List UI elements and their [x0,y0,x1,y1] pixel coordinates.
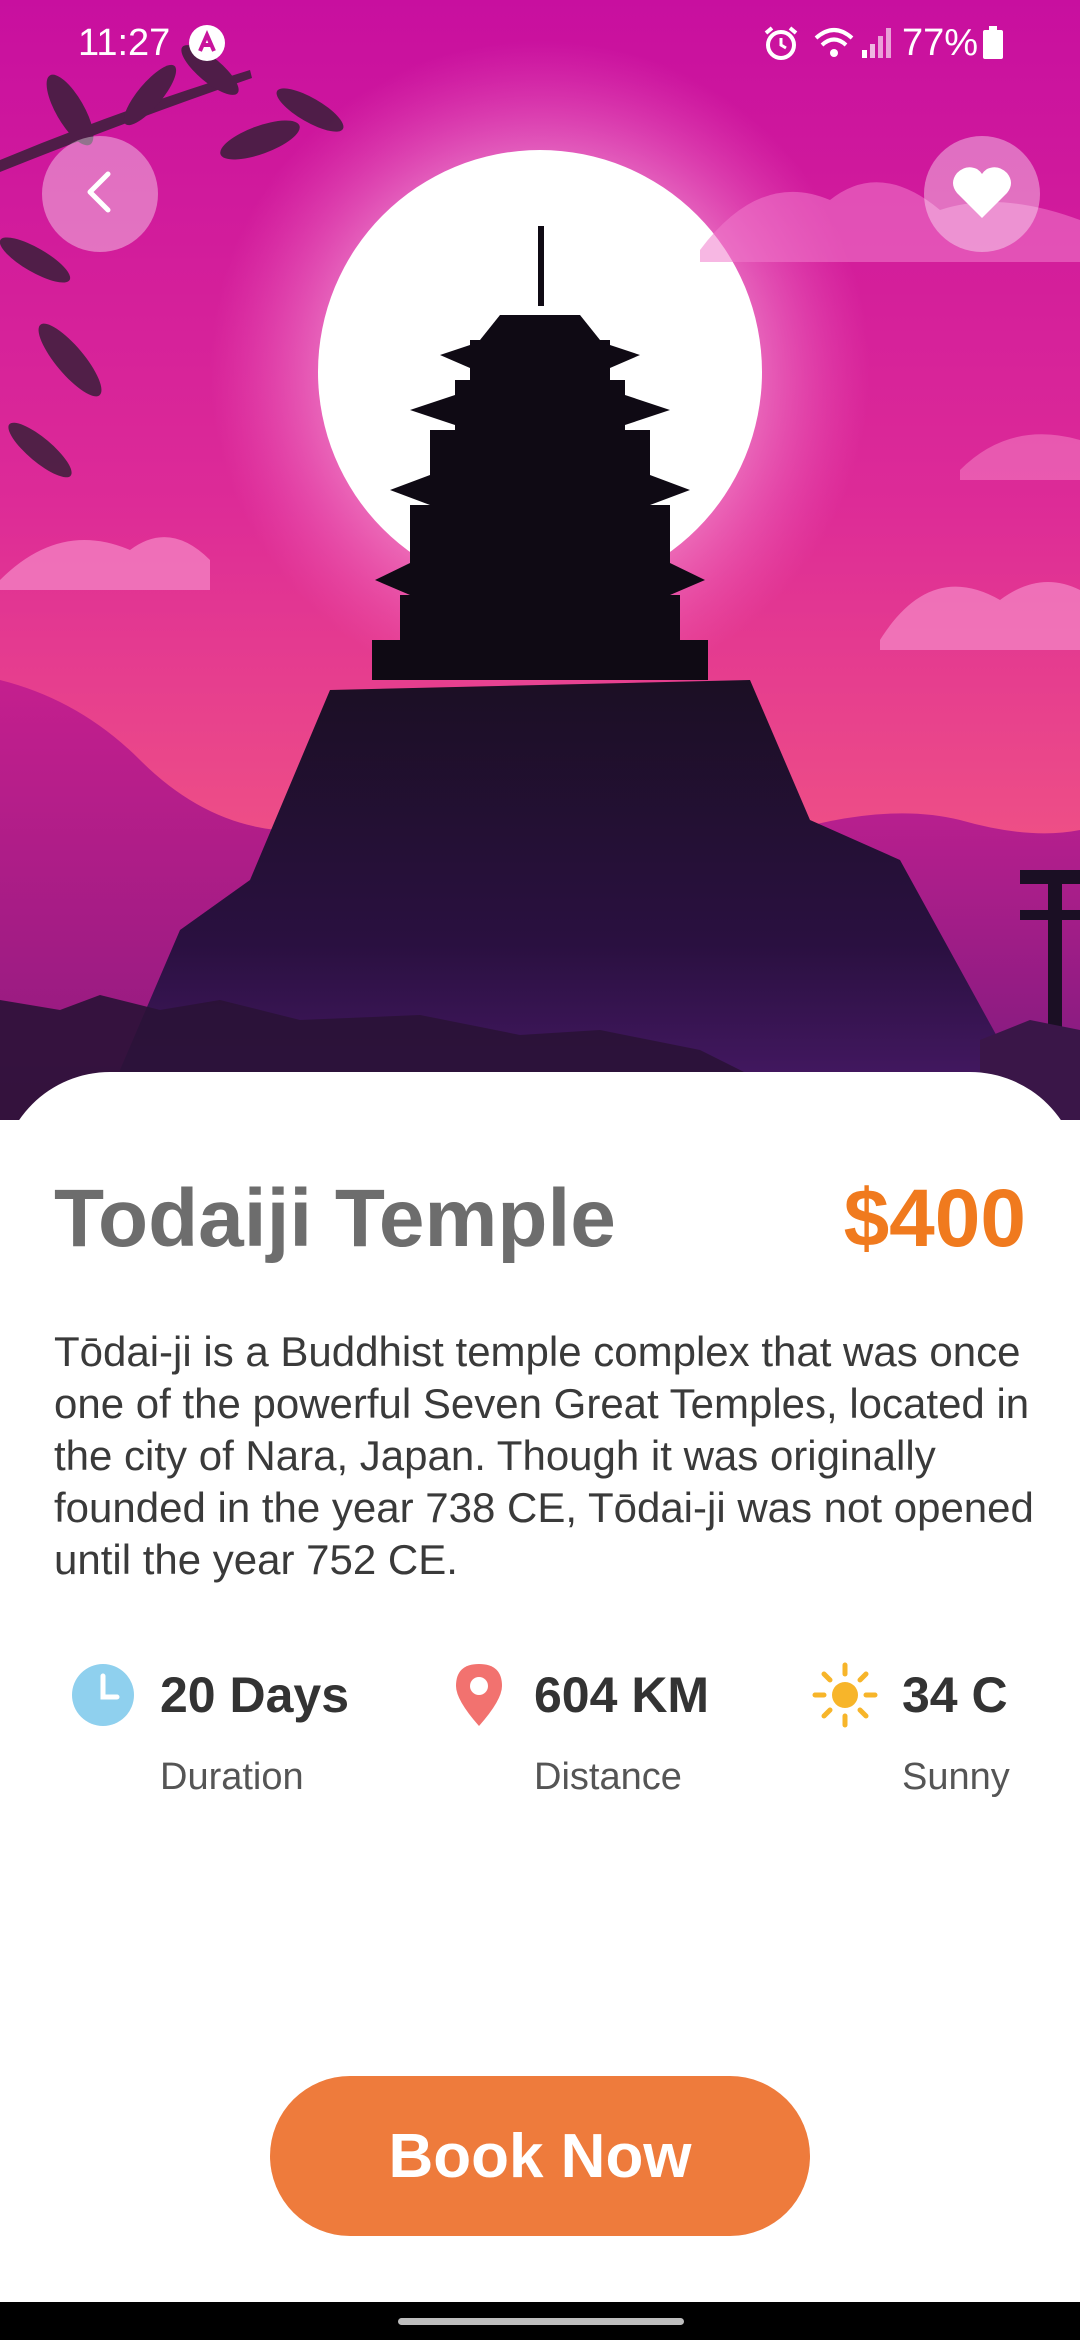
wifi-icon [812,24,856,62]
stat-value: 20 Days [160,1667,350,1723]
stat-label: Distance [534,1756,682,1798]
stat-label: Sunny [902,1756,1010,1798]
location-pin-icon [446,1662,512,1728]
stat-weather: 34 C Sunny [812,1662,1052,1822]
alarm-icon [762,24,800,62]
system-nav-bar [0,2302,1080,2340]
back-button[interactable] [42,136,158,252]
status-bar: 11:27 77% [0,0,1080,88]
battery-percentage: 77% [902,22,979,64]
place-price: $400 [843,1173,1026,1264]
chevron-left-icon [72,164,128,225]
place-title: Todaiji Temple [54,1173,616,1264]
hero-illustration [0,0,1080,1120]
home-indicator[interactable] [398,2318,684,2325]
stat-label: Duration [160,1756,304,1798]
stat-value: 34 C [902,1667,1008,1723]
stat-duration: 20 Days Duration [68,1662,368,1822]
book-now-button[interactable]: Book Now [270,2076,810,2236]
stat-value: 604 KM [534,1667,710,1723]
heart-icon [951,164,1013,225]
place-description: Tōdai-ji is a Buddhist temple complex th… [54,1328,1034,1583]
clock-icon [70,1662,136,1728]
stat-distance: 604 KM Distance [442,1662,742,1822]
battery-icon [982,26,1004,60]
trip-detail-screen: 11:27 77% Todaiji Temple $400 Tōdai-ji i… [0,0,1080,2340]
app-notification-icon [188,24,226,62]
status-time: 11:27 [78,22,171,64]
favorite-button[interactable] [924,136,1040,252]
signal-icon [860,26,894,60]
sun-icon [812,1662,878,1728]
